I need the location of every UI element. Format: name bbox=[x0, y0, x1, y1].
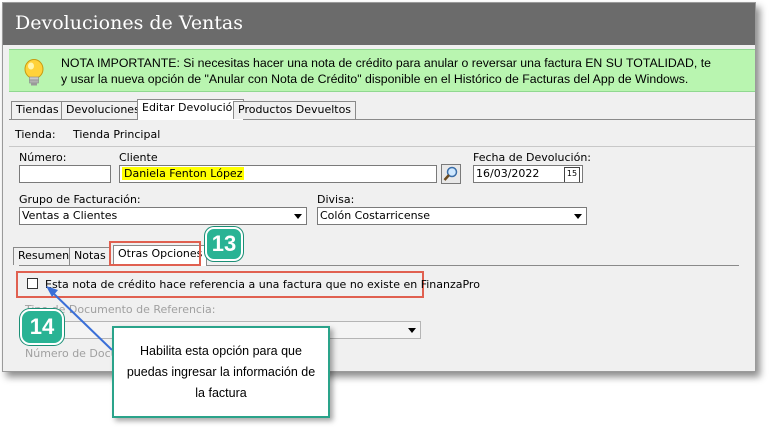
callout-text: Habilita esta opción para que puedas ing… bbox=[126, 343, 316, 400]
help-callout: Habilita esta opción para que puedas ing… bbox=[112, 326, 330, 418]
